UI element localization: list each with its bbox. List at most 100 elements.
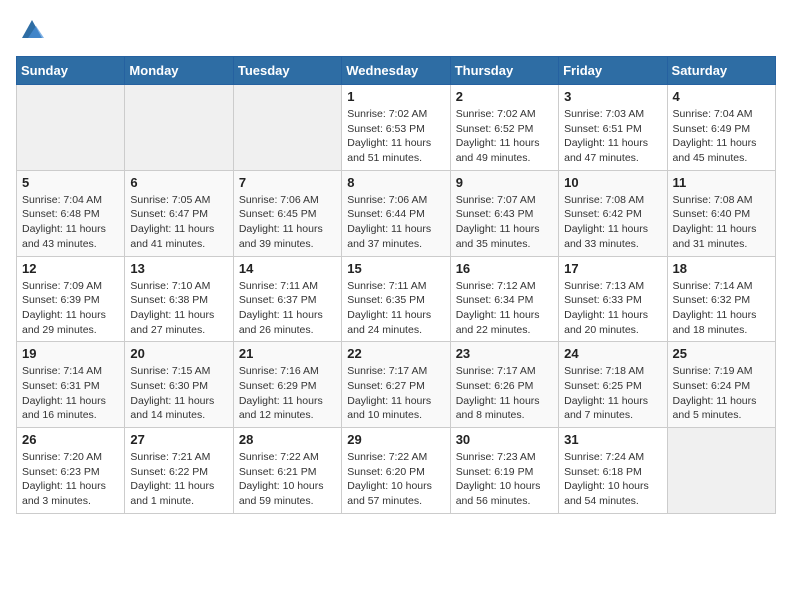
day-info: Sunrise: 7:20 AMSunset: 6:23 PMDaylight:… xyxy=(22,450,119,509)
day-info: Sunrise: 7:04 AMSunset: 6:48 PMDaylight:… xyxy=(22,193,119,252)
day-number: 3 xyxy=(564,89,661,104)
day-number: 11 xyxy=(673,175,770,190)
day-number: 15 xyxy=(347,261,444,276)
day-info: Sunrise: 7:06 AMSunset: 6:45 PMDaylight:… xyxy=(239,193,336,252)
calendar-week-row: 5Sunrise: 7:04 AMSunset: 6:48 PMDaylight… xyxy=(17,170,776,256)
day-number: 18 xyxy=(673,261,770,276)
day-number: 19 xyxy=(22,346,119,361)
calendar-cell xyxy=(125,85,233,171)
calendar-cell: 6 Sunrise: 7:05 AMSunset: 6:47 PMDaylight… xyxy=(125,170,233,256)
day-number: 10 xyxy=(564,175,661,190)
day-number: 23 xyxy=(456,346,553,361)
weekday-header: Monday xyxy=(125,57,233,85)
calendar-week-row: 19Sunrise: 7:14 AMSunset: 6:31 PMDayligh… xyxy=(17,342,776,428)
calendar-table: SundayMondayTuesdayWednesdayThursdayFrid… xyxy=(16,56,776,514)
day-info: Sunrise: 7:19 AMSunset: 6:24 PMDaylight:… xyxy=(673,364,770,423)
calendar-cell: 11 Sunrise: 7:08 AMSunset: 6:40 PMDayligh… xyxy=(667,170,775,256)
day-number: 12 xyxy=(22,261,119,276)
day-info: Sunrise: 7:16 AMSunset: 6:29 PMDaylight:… xyxy=(239,364,336,423)
calendar-cell: 28 Sunrise: 7:22 AMSunset: 6:21 PMDayligh… xyxy=(233,428,341,514)
day-info: Sunrise: 7:13 AMSunset: 6:33 PMDaylight:… xyxy=(564,279,661,338)
day-info: Sunrise: 7:11 AMSunset: 6:35 PMDaylight:… xyxy=(347,279,444,338)
day-info: Sunrise: 7:12 AMSunset: 6:34 PMDaylight:… xyxy=(456,279,553,338)
day-number: 9 xyxy=(456,175,553,190)
calendar-cell: 31 Sunrise: 7:24 AMSunset: 6:18 PMDayligh… xyxy=(559,428,667,514)
calendar-cell: 18 Sunrise: 7:14 AMSunset: 6:32 PMDayligh… xyxy=(667,256,775,342)
day-number: 21 xyxy=(239,346,336,361)
day-info: Sunrise: 7:17 AMSunset: 6:26 PMDaylight:… xyxy=(456,364,553,423)
day-info: Sunrise: 7:22 AMSunset: 6:20 PMDaylight:… xyxy=(347,450,444,509)
day-info: Sunrise: 7:06 AMSunset: 6:44 PMDaylight:… xyxy=(347,193,444,252)
day-number: 24 xyxy=(564,346,661,361)
day-number: 22 xyxy=(347,346,444,361)
calendar-cell: 8Sunrise: 7:06 AMSunset: 6:44 PMDaylight… xyxy=(342,170,450,256)
day-info: Sunrise: 7:22 AMSunset: 6:21 PMDaylight:… xyxy=(239,450,336,509)
calendar-cell: 10 Sunrise: 7:08 AMSunset: 6:42 PMDayligh… xyxy=(559,170,667,256)
day-info: Sunrise: 7:15 AMSunset: 6:30 PMDaylight:… xyxy=(130,364,227,423)
day-info: Sunrise: 7:10 AMSunset: 6:38 PMDaylight:… xyxy=(130,279,227,338)
calendar-week-row: 1Sunrise: 7:02 AMSunset: 6:53 PMDaylight… xyxy=(17,85,776,171)
day-info: Sunrise: 7:21 AMSunset: 6:22 PMDaylight:… xyxy=(130,450,227,509)
calendar-cell: 13 Sunrise: 7:10 AMSunset: 6:38 PMDayligh… xyxy=(125,256,233,342)
day-number: 29 xyxy=(347,432,444,447)
day-number: 4 xyxy=(673,89,770,104)
calendar-cell: 14 Sunrise: 7:11 AMSunset: 6:37 PMDayligh… xyxy=(233,256,341,342)
calendar-cell: 24 Sunrise: 7:18 AMSunset: 6:25 PMDayligh… xyxy=(559,342,667,428)
day-number: 26 xyxy=(22,432,119,447)
weekday-header: Friday xyxy=(559,57,667,85)
day-number: 2 xyxy=(456,89,553,104)
calendar-cell: 1Sunrise: 7:02 AMSunset: 6:53 PMDaylight… xyxy=(342,85,450,171)
day-info: Sunrise: 7:02 AMSunset: 6:53 PMDaylight:… xyxy=(347,107,444,166)
calendar-cell: 15 Sunrise: 7:11 AMSunset: 6:35 PMDayligh… xyxy=(342,256,450,342)
calendar-cell xyxy=(667,428,775,514)
day-number: 28 xyxy=(239,432,336,447)
logo xyxy=(16,16,46,44)
day-info: Sunrise: 7:11 AMSunset: 6:37 PMDaylight:… xyxy=(239,279,336,338)
calendar-cell: 27 Sunrise: 7:21 AMSunset: 6:22 PMDayligh… xyxy=(125,428,233,514)
calendar-cell: 29 Sunrise: 7:22 AMSunset: 6:20 PMDayligh… xyxy=(342,428,450,514)
page-header xyxy=(16,16,776,44)
day-number: 27 xyxy=(130,432,227,447)
day-info: Sunrise: 7:08 AMSunset: 6:42 PMDaylight:… xyxy=(564,193,661,252)
day-info: Sunrise: 7:17 AMSunset: 6:27 PMDaylight:… xyxy=(347,364,444,423)
day-number: 17 xyxy=(564,261,661,276)
calendar-cell: 26 Sunrise: 7:20 AMSunset: 6:23 PMDayligh… xyxy=(17,428,125,514)
calendar-cell: 21 Sunrise: 7:16 AMSunset: 6:29 PMDayligh… xyxy=(233,342,341,428)
calendar-cell: 4 Sunrise: 7:04 AMSunset: 6:49 PMDaylight… xyxy=(667,85,775,171)
weekday-header: Tuesday xyxy=(233,57,341,85)
day-info: Sunrise: 7:18 AMSunset: 6:25 PMDaylight:… xyxy=(564,364,661,423)
calendar-cell: 23 Sunrise: 7:17 AMSunset: 6:26 PMDayligh… xyxy=(450,342,558,428)
day-number: 25 xyxy=(673,346,770,361)
calendar-cell: 9 Sunrise: 7:07 AMSunset: 6:43 PMDaylight… xyxy=(450,170,558,256)
weekday-header: Saturday xyxy=(667,57,775,85)
day-info: Sunrise: 7:09 AMSunset: 6:39 PMDaylight:… xyxy=(22,279,119,338)
calendar-cell: 2 Sunrise: 7:02 AMSunset: 6:52 PMDaylight… xyxy=(450,85,558,171)
calendar-cell xyxy=(233,85,341,171)
day-number: 14 xyxy=(239,261,336,276)
calendar-cell: 20Sunrise: 7:15 AMSunset: 6:30 PMDayligh… xyxy=(125,342,233,428)
calendar-cell: 30Sunrise: 7:23 AMSunset: 6:19 PMDayligh… xyxy=(450,428,558,514)
day-number: 31 xyxy=(564,432,661,447)
day-info: Sunrise: 7:08 AMSunset: 6:40 PMDaylight:… xyxy=(673,193,770,252)
calendar-cell: 25 Sunrise: 7:19 AMSunset: 6:24 PMDayligh… xyxy=(667,342,775,428)
day-info: Sunrise: 7:02 AMSunset: 6:52 PMDaylight:… xyxy=(456,107,553,166)
day-info: Sunrise: 7:24 AMSunset: 6:18 PMDaylight:… xyxy=(564,450,661,509)
calendar-cell: 17 Sunrise: 7:13 AMSunset: 6:33 PMDayligh… xyxy=(559,256,667,342)
day-number: 6 xyxy=(130,175,227,190)
calendar-header-row: SundayMondayTuesdayWednesdayThursdayFrid… xyxy=(17,57,776,85)
calendar-cell xyxy=(17,85,125,171)
day-info: Sunrise: 7:07 AMSunset: 6:43 PMDaylight:… xyxy=(456,193,553,252)
day-info: Sunrise: 7:05 AMSunset: 6:47 PMDaylight:… xyxy=(130,193,227,252)
day-info: Sunrise: 7:04 AMSunset: 6:49 PMDaylight:… xyxy=(673,107,770,166)
day-info: Sunrise: 7:14 AMSunset: 6:32 PMDaylight:… xyxy=(673,279,770,338)
day-number: 7 xyxy=(239,175,336,190)
weekday-header: Sunday xyxy=(17,57,125,85)
day-info: Sunrise: 7:03 AMSunset: 6:51 PMDaylight:… xyxy=(564,107,661,166)
day-number: 30 xyxy=(456,432,553,447)
calendar-cell: 16 Sunrise: 7:12 AMSunset: 6:34 PMDayligh… xyxy=(450,256,558,342)
day-number: 16 xyxy=(456,261,553,276)
calendar-week-row: 12 Sunrise: 7:09 AMSunset: 6:39 PMDayligh… xyxy=(17,256,776,342)
calendar-cell: 19Sunrise: 7:14 AMSunset: 6:31 PMDayligh… xyxy=(17,342,125,428)
calendar-week-row: 26 Sunrise: 7:20 AMSunset: 6:23 PMDayligh… xyxy=(17,428,776,514)
day-number: 13 xyxy=(130,261,227,276)
